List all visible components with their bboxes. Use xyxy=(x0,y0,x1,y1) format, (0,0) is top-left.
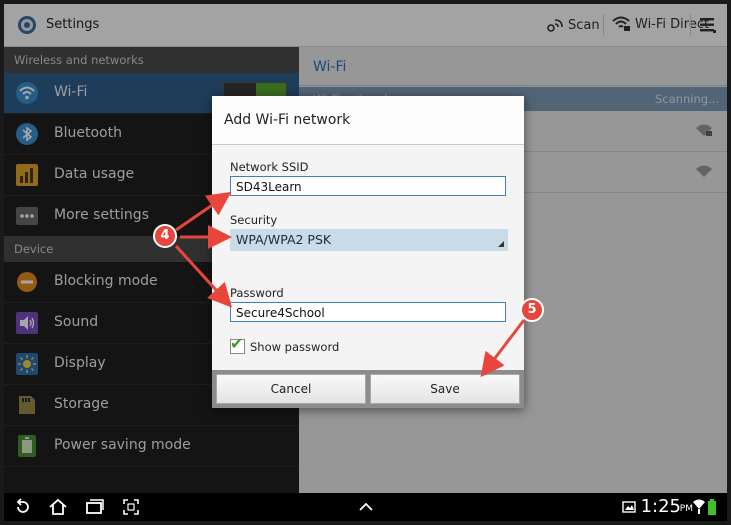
home-icon[interactable] xyxy=(48,498,68,516)
step-callout: 5 xyxy=(520,298,544,322)
battery-icon xyxy=(708,499,716,515)
security-value: WPA/WPA2 PSK xyxy=(236,232,332,247)
cancel-button[interactable]: Cancel xyxy=(216,374,366,404)
show-password-label: Show password xyxy=(250,340,340,354)
checkmark-icon: ✔ xyxy=(230,334,244,353)
recent-apps-icon[interactable] xyxy=(84,498,104,516)
screenshot-icon[interactable] xyxy=(122,498,140,516)
add-wifi-network-dialog: Add Wi-Fi network Network SSID SD43Learn… xyxy=(212,96,524,408)
step-callout: 4 xyxy=(153,224,177,248)
status-clock: 1:25 xyxy=(640,496,681,517)
dialog-button-bar: Cancel Save xyxy=(212,370,524,408)
dropdown-arrow-icon xyxy=(498,241,504,247)
chevron-up-icon[interactable] xyxy=(358,498,374,516)
wifi-status-icon xyxy=(693,499,705,514)
dialog-title: Add Wi-Fi network xyxy=(224,112,351,128)
system-navigation-bar: 1:25 PM xyxy=(4,493,727,521)
gallery-notification-icon xyxy=(622,501,636,513)
password-input[interactable]: Secure4School xyxy=(230,302,506,322)
save-button[interactable]: Save xyxy=(370,374,520,404)
security-select[interactable]: WPA/WPA2 PSK xyxy=(230,229,508,251)
security-label: Security xyxy=(230,213,278,227)
dialog-title-bar: Add Wi-Fi network xyxy=(212,96,524,145)
ssid-label: Network SSID xyxy=(230,160,309,174)
back-icon[interactable] xyxy=(14,498,32,516)
password-label: Password xyxy=(230,286,284,300)
screen: Settings Scan Wi-Fi Direct Wireless and … xyxy=(4,4,727,521)
status-ampm: PM xyxy=(679,504,693,514)
show-password-checkbox[interactable]: ✔ xyxy=(230,334,245,354)
ssid-input[interactable]: SD43Learn xyxy=(230,176,506,196)
